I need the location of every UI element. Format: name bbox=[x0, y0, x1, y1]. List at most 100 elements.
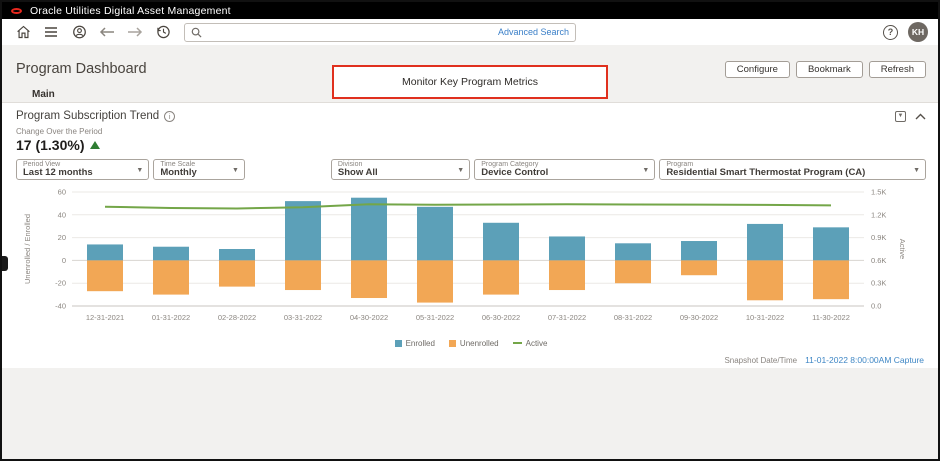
section-title: Program Subscription Trend bbox=[16, 110, 159, 122]
bar-enrolled[interactable] bbox=[483, 223, 519, 261]
chevron-down-icon: ▼ bbox=[913, 167, 920, 174]
program-dropdown[interactable]: Program Residential Smart Thermostat Pro… bbox=[659, 159, 926, 180]
bar-unenrolled[interactable] bbox=[87, 260, 123, 291]
bar-enrolled[interactable] bbox=[285, 201, 321, 260]
bar-enrolled[interactable] bbox=[351, 198, 387, 261]
bar-unenrolled[interactable] bbox=[813, 260, 849, 299]
svg-text:Unenrolled / Enrolled: Unenrolled / Enrolled bbox=[23, 214, 32, 284]
active-line[interactable] bbox=[105, 204, 831, 208]
annotation-callout: Monitor Key Program Metrics bbox=[332, 65, 608, 99]
oracle-logo-icon bbox=[11, 8, 22, 14]
chevron-down-icon: ▼ bbox=[136, 167, 143, 174]
svg-text:03-31-2022: 03-31-2022 bbox=[284, 313, 322, 322]
subscription-trend-panel: Program Subscription Trend i ▼ Change Ov… bbox=[2, 103, 938, 368]
configure-button[interactable]: Configure bbox=[725, 61, 790, 78]
svg-text:12-31-2021: 12-31-2021 bbox=[86, 313, 124, 322]
svg-text:60: 60 bbox=[58, 188, 66, 197]
boxed-caret-icon[interactable]: ▼ bbox=[895, 111, 906, 122]
legend-active[interactable]: Active bbox=[513, 339, 548, 348]
dropdown-value: Last 12 months bbox=[23, 167, 132, 178]
sidebar-toggle-handle[interactable] bbox=[2, 256, 8, 271]
user-avatar[interactable]: KH bbox=[908, 22, 928, 42]
legend-unenrolled[interactable]: Unenrolled bbox=[449, 339, 499, 348]
menu-icon[interactable] bbox=[40, 22, 62, 42]
svg-text:08-31-2022: 08-31-2022 bbox=[614, 313, 652, 322]
bar-unenrolled[interactable] bbox=[549, 260, 585, 290]
svg-text:09-30-2022: 09-30-2022 bbox=[680, 313, 718, 322]
help-icon[interactable]: ? bbox=[883, 25, 898, 40]
trend-chart-svg: 601.5K401.2K200.9K00.6K-200.3K-400.012-3… bbox=[16, 184, 924, 334]
time-scale-dropdown[interactable]: Time Scale Monthly ▼ bbox=[153, 159, 245, 180]
svg-text:0.0: 0.0 bbox=[871, 302, 881, 311]
svg-text:1.5K: 1.5K bbox=[871, 188, 886, 197]
division-dropdown[interactable]: Division Show All ▼ bbox=[331, 159, 470, 180]
refresh-button[interactable]: Refresh bbox=[869, 61, 926, 78]
kpi-change-over-period: Change Over the Period 17 (1.30%) bbox=[16, 127, 926, 153]
snapshot-label: Snapshot Date/Time bbox=[724, 356, 797, 365]
bar-enrolled[interactable] bbox=[219, 249, 255, 260]
svg-text:20: 20 bbox=[58, 233, 66, 242]
trend-up-icon bbox=[90, 141, 100, 149]
svg-text:02-28-2022: 02-28-2022 bbox=[218, 313, 256, 322]
bar-unenrolled[interactable] bbox=[681, 260, 717, 275]
bookmark-button[interactable]: Bookmark bbox=[796, 61, 863, 78]
svg-text:01-31-2022: 01-31-2022 bbox=[152, 313, 190, 322]
svg-text:Active: Active bbox=[898, 239, 907, 259]
search-icon bbox=[191, 27, 202, 38]
period-view-dropdown[interactable]: Period View Last 12 months ▼ bbox=[16, 159, 149, 180]
dropdown-value: Monthly bbox=[160, 167, 228, 178]
global-search-input[interactable] bbox=[207, 27, 493, 38]
global-search: Advanced Search bbox=[184, 23, 576, 42]
forward-arrow-icon[interactable] bbox=[124, 22, 146, 42]
bar-enrolled[interactable] bbox=[87, 244, 123, 260]
svg-text:40: 40 bbox=[58, 210, 66, 219]
filter-row: Period View Last 12 months ▼ Time Scale … bbox=[16, 159, 926, 180]
user-badge-icon[interactable] bbox=[68, 22, 90, 42]
chevron-down-icon: ▼ bbox=[642, 167, 649, 174]
bar-unenrolled[interactable] bbox=[153, 260, 189, 294]
advanced-search-link[interactable]: Advanced Search bbox=[498, 27, 569, 37]
legend-square-swatch bbox=[395, 340, 402, 347]
bar-unenrolled[interactable] bbox=[417, 260, 453, 302]
main-toolbar: Advanced Search ? KH bbox=[2, 19, 938, 45]
bar-enrolled[interactable] bbox=[681, 241, 717, 260]
svg-text:10-31-2022: 10-31-2022 bbox=[746, 313, 784, 322]
info-icon[interactable]: i bbox=[164, 111, 175, 122]
page-title: Program Dashboard bbox=[16, 61, 147, 77]
bar-unenrolled[interactable] bbox=[285, 260, 321, 290]
bar-enrolled[interactable] bbox=[615, 243, 651, 260]
legend-enrolled[interactable]: Enrolled bbox=[395, 339, 435, 348]
bar-unenrolled[interactable] bbox=[615, 260, 651, 283]
bar-unenrolled[interactable] bbox=[747, 260, 783, 300]
svg-text:1.2K: 1.2K bbox=[871, 210, 886, 219]
snapshot-row: Snapshot Date/Time 11-01-2022 8:00:00AM … bbox=[16, 355, 926, 365]
bar-unenrolled[interactable] bbox=[483, 260, 519, 294]
bar-enrolled[interactable] bbox=[153, 247, 189, 261]
bar-enrolled[interactable] bbox=[747, 224, 783, 260]
dropdown-value: Device Control bbox=[481, 167, 638, 178]
bar-unenrolled[interactable] bbox=[219, 260, 255, 286]
chevron-down-icon: ▼ bbox=[232, 167, 239, 174]
home-icon[interactable] bbox=[12, 22, 34, 42]
collapse-chevron-icon[interactable] bbox=[915, 113, 926, 120]
legend-square-swatch bbox=[449, 340, 456, 347]
program-category-dropdown[interactable]: Program Category Device Control ▼ bbox=[474, 159, 655, 180]
svg-text:0.3K: 0.3K bbox=[871, 279, 886, 288]
chevron-down-icon: ▼ bbox=[457, 167, 464, 174]
history-icon[interactable] bbox=[152, 22, 174, 42]
title-bar: Oracle Utilities Digital Asset Managemen… bbox=[2, 2, 938, 19]
bar-enrolled[interactable] bbox=[813, 227, 849, 260]
dropdown-value: Residential Smart Thermostat Program (CA… bbox=[666, 167, 909, 178]
bar-enrolled[interactable] bbox=[549, 236, 585, 260]
banner-image bbox=[2, 45, 938, 54]
bar-unenrolled[interactable] bbox=[351, 260, 387, 298]
back-arrow-icon[interactable] bbox=[96, 22, 118, 42]
bar-enrolled[interactable] bbox=[417, 207, 453, 261]
svg-text:0.6K: 0.6K bbox=[871, 256, 886, 265]
snapshot-capture-link[interactable]: 11-01-2022 8:00:00AM Capture bbox=[805, 355, 924, 365]
subscription-trend-chart: 601.5K401.2K200.9K00.6K-200.3K-400.012-3… bbox=[16, 184, 926, 339]
legend-label: Unenrolled bbox=[460, 339, 499, 348]
svg-text:07-31-2022: 07-31-2022 bbox=[548, 313, 586, 322]
svg-text:-20: -20 bbox=[55, 279, 66, 288]
svg-text:11-30-2022: 11-30-2022 bbox=[812, 313, 850, 322]
